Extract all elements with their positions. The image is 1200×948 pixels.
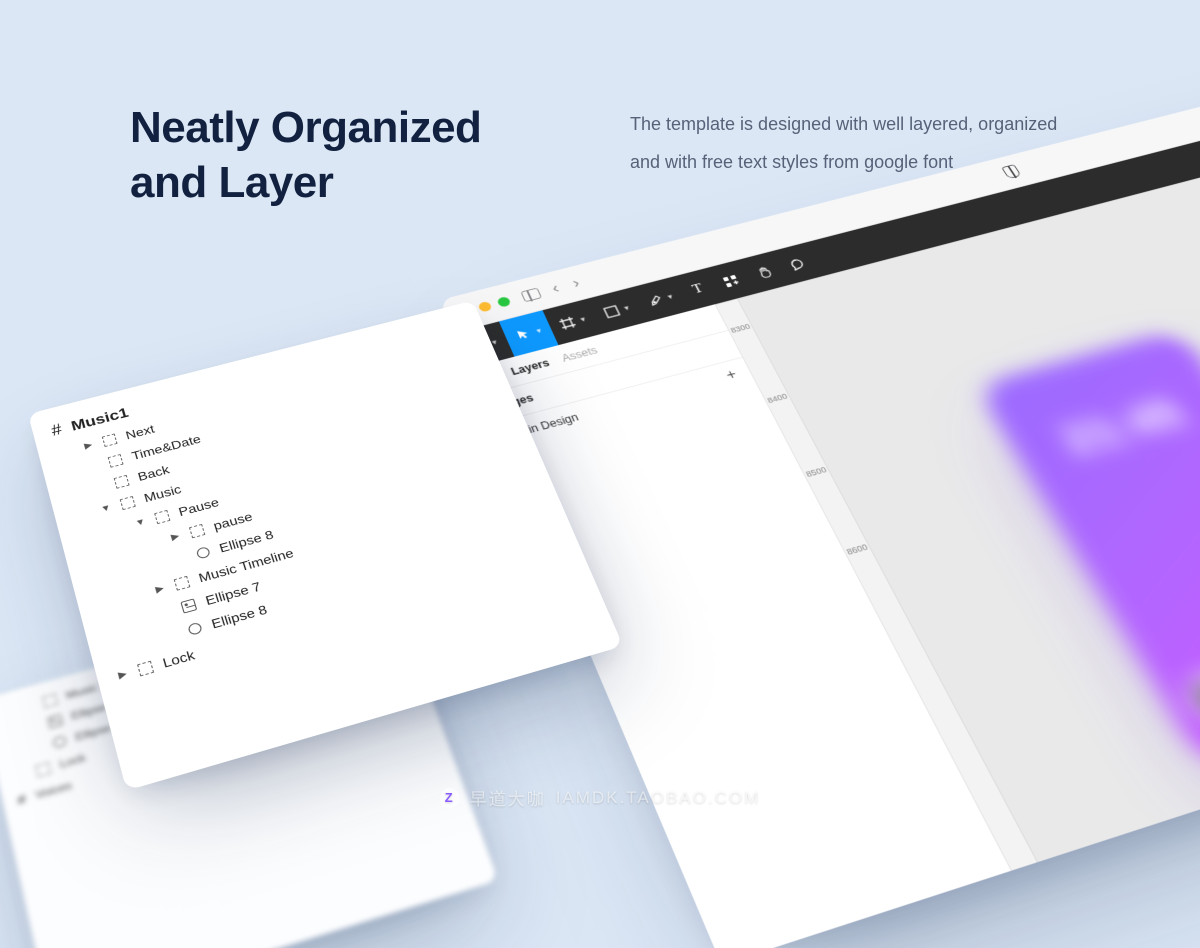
comment-icon bbox=[786, 256, 807, 271]
chevron-down-icon: ▾ bbox=[623, 303, 631, 312]
phone-mockup: 21:45 bbox=[975, 329, 1200, 772]
chevron-right-icon[interactable]: ▶ bbox=[116, 668, 129, 681]
image-icon bbox=[180, 598, 197, 613]
frame-icon bbox=[120, 496, 136, 510]
chevron-right-icon[interactable]: ▶ bbox=[82, 440, 94, 451]
mockup-time: 21:45 bbox=[1004, 375, 1200, 478]
cursor-icon bbox=[513, 327, 534, 343]
frame-icon bbox=[102, 433, 118, 447]
layer-label: Voices bbox=[34, 779, 73, 802]
tab-assets[interactable]: Assets bbox=[560, 344, 599, 364]
chevron-right-icon[interactable]: ▶ bbox=[169, 531, 182, 543]
ellipse-icon bbox=[187, 622, 203, 636]
back-button[interactable]: ‹ bbox=[549, 280, 562, 297]
watermark-text: 早道大咖 bbox=[470, 785, 546, 810]
forward-button[interactable]: › bbox=[570, 275, 583, 292]
watermark-text: IAMDK.TAOBAO.COM bbox=[556, 788, 761, 808]
frame-icon bbox=[189, 523, 205, 537]
frame-icon bbox=[137, 660, 154, 676]
add-page-button[interactable]: + bbox=[724, 367, 740, 383]
ruler-mark: 8400 bbox=[766, 392, 789, 405]
watermark-badge: Z bbox=[440, 788, 460, 808]
ruler-mark: 8500 bbox=[804, 465, 828, 479]
chevron-down-icon[interactable]: ▼ bbox=[100, 503, 113, 515]
nav-arrows: ‹ › bbox=[549, 275, 582, 297]
watermark: Z 早道大咖 IAMDK.TAOBAO.COM bbox=[440, 785, 761, 810]
frame-icon bbox=[154, 509, 170, 523]
privacy-shield-icon[interactable] bbox=[1001, 164, 1021, 179]
frame-icon bbox=[108, 454, 124, 468]
ellipse-icon bbox=[196, 546, 211, 560]
layer-label: Lock bbox=[58, 751, 86, 771]
resources-icon bbox=[721, 273, 742, 289]
frame-icon bbox=[174, 575, 191, 590]
frame-icon: # bbox=[16, 791, 27, 808]
tab-layers[interactable]: Layers bbox=[509, 357, 551, 378]
minimize-icon[interactable] bbox=[477, 300, 492, 312]
rectangle-icon bbox=[601, 304, 622, 320]
hero-title: Neatly Organized and Layer bbox=[130, 100, 481, 210]
text-icon: T bbox=[688, 282, 709, 298]
hero-title-line2: and Layer bbox=[130, 158, 333, 207]
frame-icon bbox=[114, 474, 130, 488]
hand-icon bbox=[754, 264, 775, 279]
chevron-right-icon[interactable]: ▶ bbox=[153, 583, 166, 595]
mockup-pill bbox=[1181, 645, 1200, 724]
chevron-down-icon: ▾ bbox=[579, 314, 587, 323]
sidebar-toggle-icon[interactable] bbox=[520, 287, 542, 302]
pen-icon bbox=[644, 293, 665, 309]
maximize-icon[interactable] bbox=[496, 296, 511, 308]
hero-title-line1: Neatly Organized bbox=[130, 103, 481, 152]
chevron-down-icon: ▾ bbox=[666, 292, 674, 301]
ruler-mark: 8300 bbox=[729, 322, 752, 335]
image-icon bbox=[47, 713, 63, 728]
frame-icon: # bbox=[49, 421, 63, 440]
frame-icon bbox=[35, 762, 51, 777]
chevron-down-icon: ▾ bbox=[535, 326, 543, 335]
chevron-down-icon[interactable]: ▼ bbox=[134, 516, 147, 528]
canvas-mockups: 21:45 21:45 bbox=[975, 260, 1200, 771]
frame-icon bbox=[42, 693, 57, 708]
ellipse-icon bbox=[52, 735, 67, 749]
layer-label: Lock bbox=[161, 647, 196, 670]
frame-icon bbox=[557, 315, 578, 331]
ruler-mark: 8600 bbox=[845, 542, 870, 557]
